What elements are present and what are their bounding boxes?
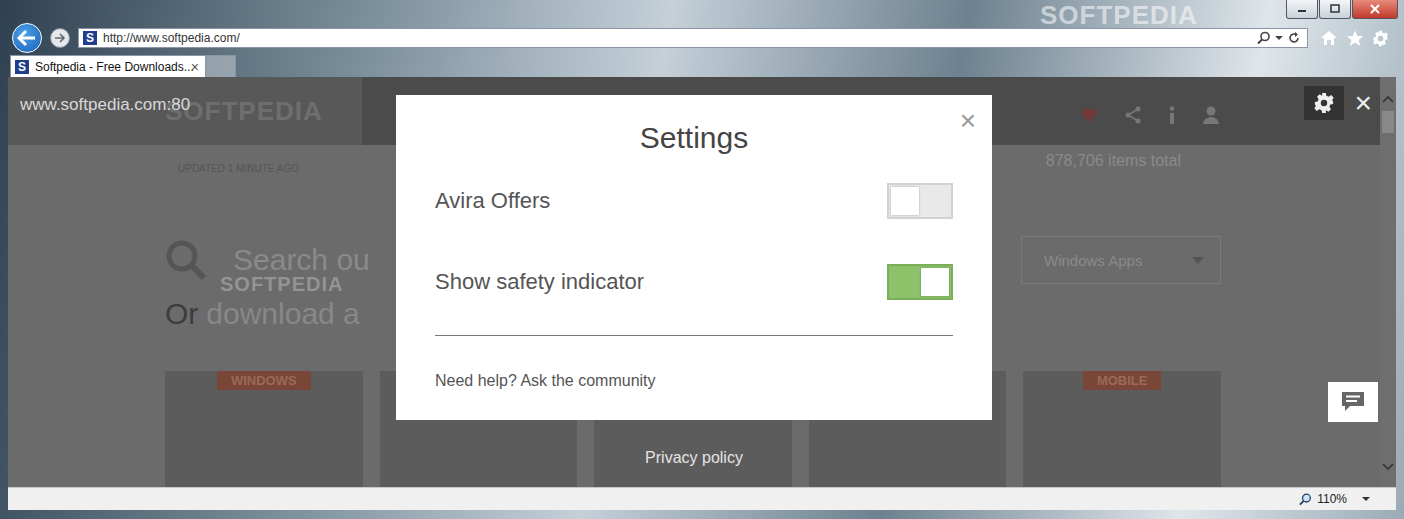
maximize-button[interactable] <box>1319 0 1351 19</box>
updated-text: UPDATED 1 MINUTE AGO <box>178 163 299 174</box>
share-icon[interactable] <box>1124 106 1142 124</box>
setting-toggle[interactable] <box>887 264 953 300</box>
zoom-level: 110% <box>1317 492 1347 506</box>
content-area: SOFTPEDIA UPDATED 1 MINUTE AGO 878,706 i… <box>8 77 1396 487</box>
browser-tab[interactable]: S Softpedia - Free Downloads... × <box>10 55 206 77</box>
info-icon[interactable] <box>1168 106 1176 124</box>
favicon: S <box>83 31 97 45</box>
divider <box>435 335 953 336</box>
search-icon[interactable] <box>1257 31 1271 45</box>
dialog-close-button[interactable]: × <box>960 107 976 135</box>
home-icon[interactable] <box>1320 30 1338 46</box>
items-total: 878,706 items total <box>1046 152 1181 170</box>
scroll-up-icon[interactable] <box>1382 95 1394 103</box>
scroll-down-icon[interactable] <box>1382 463 1394 471</box>
setting-row: Avira Offers <box>435 181 953 221</box>
forward-button[interactable] <box>50 28 70 48</box>
category-card[interactable]: MOBILE <box>1023 371 1221 487</box>
settings-dialog: × Settings Avira Offers Show safety indi… <box>396 95 992 420</box>
favorites-star-icon[interactable] <box>1346 30 1364 47</box>
category-dropdown[interactable]: Windows Apps <box>1021 236 1221 284</box>
user-icon[interactable] <box>1202 106 1220 124</box>
minimize-button[interactable] <box>1286 0 1318 19</box>
privacy-link[interactable]: Privacy policy <box>396 449 992 467</box>
dropdown-icon[interactable] <box>1275 35 1283 41</box>
close-button[interactable] <box>1352 0 1398 19</box>
scroll-thumb[interactable] <box>1382 111 1394 133</box>
setting-toggle[interactable] <box>887 183 953 219</box>
status-bar: 110% <box>8 487 1396 510</box>
address-field[interactable]: S http://www.softpedia.com/ <box>78 28 1308 48</box>
zoom-control[interactable]: 110% <box>1299 492 1370 506</box>
overlay-close-button[interactable]: × <box>1354 88 1372 118</box>
watermark: SOFTPEDIA <box>220 273 343 296</box>
close-icon <box>1369 4 1381 14</box>
card-tag: WINDOWS <box>217 371 311 390</box>
watermark: SOFTPEDIA <box>1040 0 1198 31</box>
toggle-knob <box>891 187 919 215</box>
tab-label: Softpedia - Free Downloads... <box>35 60 185 74</box>
caret-icon <box>1192 257 1204 264</box>
gear-icon <box>1313 92 1335 114</box>
card-tag: MOBILE <box>1083 371 1162 390</box>
back-arrow-icon <box>17 29 37 47</box>
help-link[interactable]: Need help? Ask the community <box>435 372 953 390</box>
search-field[interactable]: Search ou <box>233 243 370 277</box>
browser-chrome: SOFTPEDIA S http://www.softpedia.com/ S … <box>0 0 1404 77</box>
settings-button[interactable] <box>1304 86 1344 120</box>
toggle-knob <box>921 268 949 296</box>
url-text: http://www.softpedia.com/ <box>103 31 1257 45</box>
setting-label: Show safety indicator <box>435 269 644 295</box>
scrollbar[interactable] <box>1380 77 1396 487</box>
zoom-icon <box>1299 493 1312 506</box>
setting-label: Avira Offers <box>435 188 550 214</box>
heart-icon[interactable] <box>1080 107 1098 123</box>
refresh-icon[interactable] <box>1287 31 1301 45</box>
back-button[interactable] <box>12 23 42 53</box>
maximize-icon <box>1329 4 1341 14</box>
tools-gear-icon[interactable] <box>1372 30 1389 47</box>
setting-row: Show safety indicator <box>435 262 953 302</box>
feedback-button[interactable] <box>1328 382 1378 422</box>
magnifier-icon <box>165 239 207 281</box>
tab-favicon: S <box>15 60 29 74</box>
category-card[interactable]: WINDOWS <box>165 371 363 487</box>
tab-strip: S Softpedia - Free Downloads... × <box>0 54 1404 77</box>
forward-arrow-icon <box>54 33 66 43</box>
minimize-icon <box>1296 4 1308 14</box>
zoom-dropdown-icon[interactable] <box>1362 496 1370 502</box>
browser-window: SOFTPEDIA S http://www.softpedia.com/ S … <box>0 0 1404 519</box>
dialog-title: Settings <box>435 121 953 161</box>
tab-close-button[interactable]: × <box>191 59 199 75</box>
host-text: www.softpedia.com:80 <box>20 95 190 115</box>
new-tab-button[interactable] <box>206 55 236 77</box>
chat-icon <box>1341 391 1365 413</box>
